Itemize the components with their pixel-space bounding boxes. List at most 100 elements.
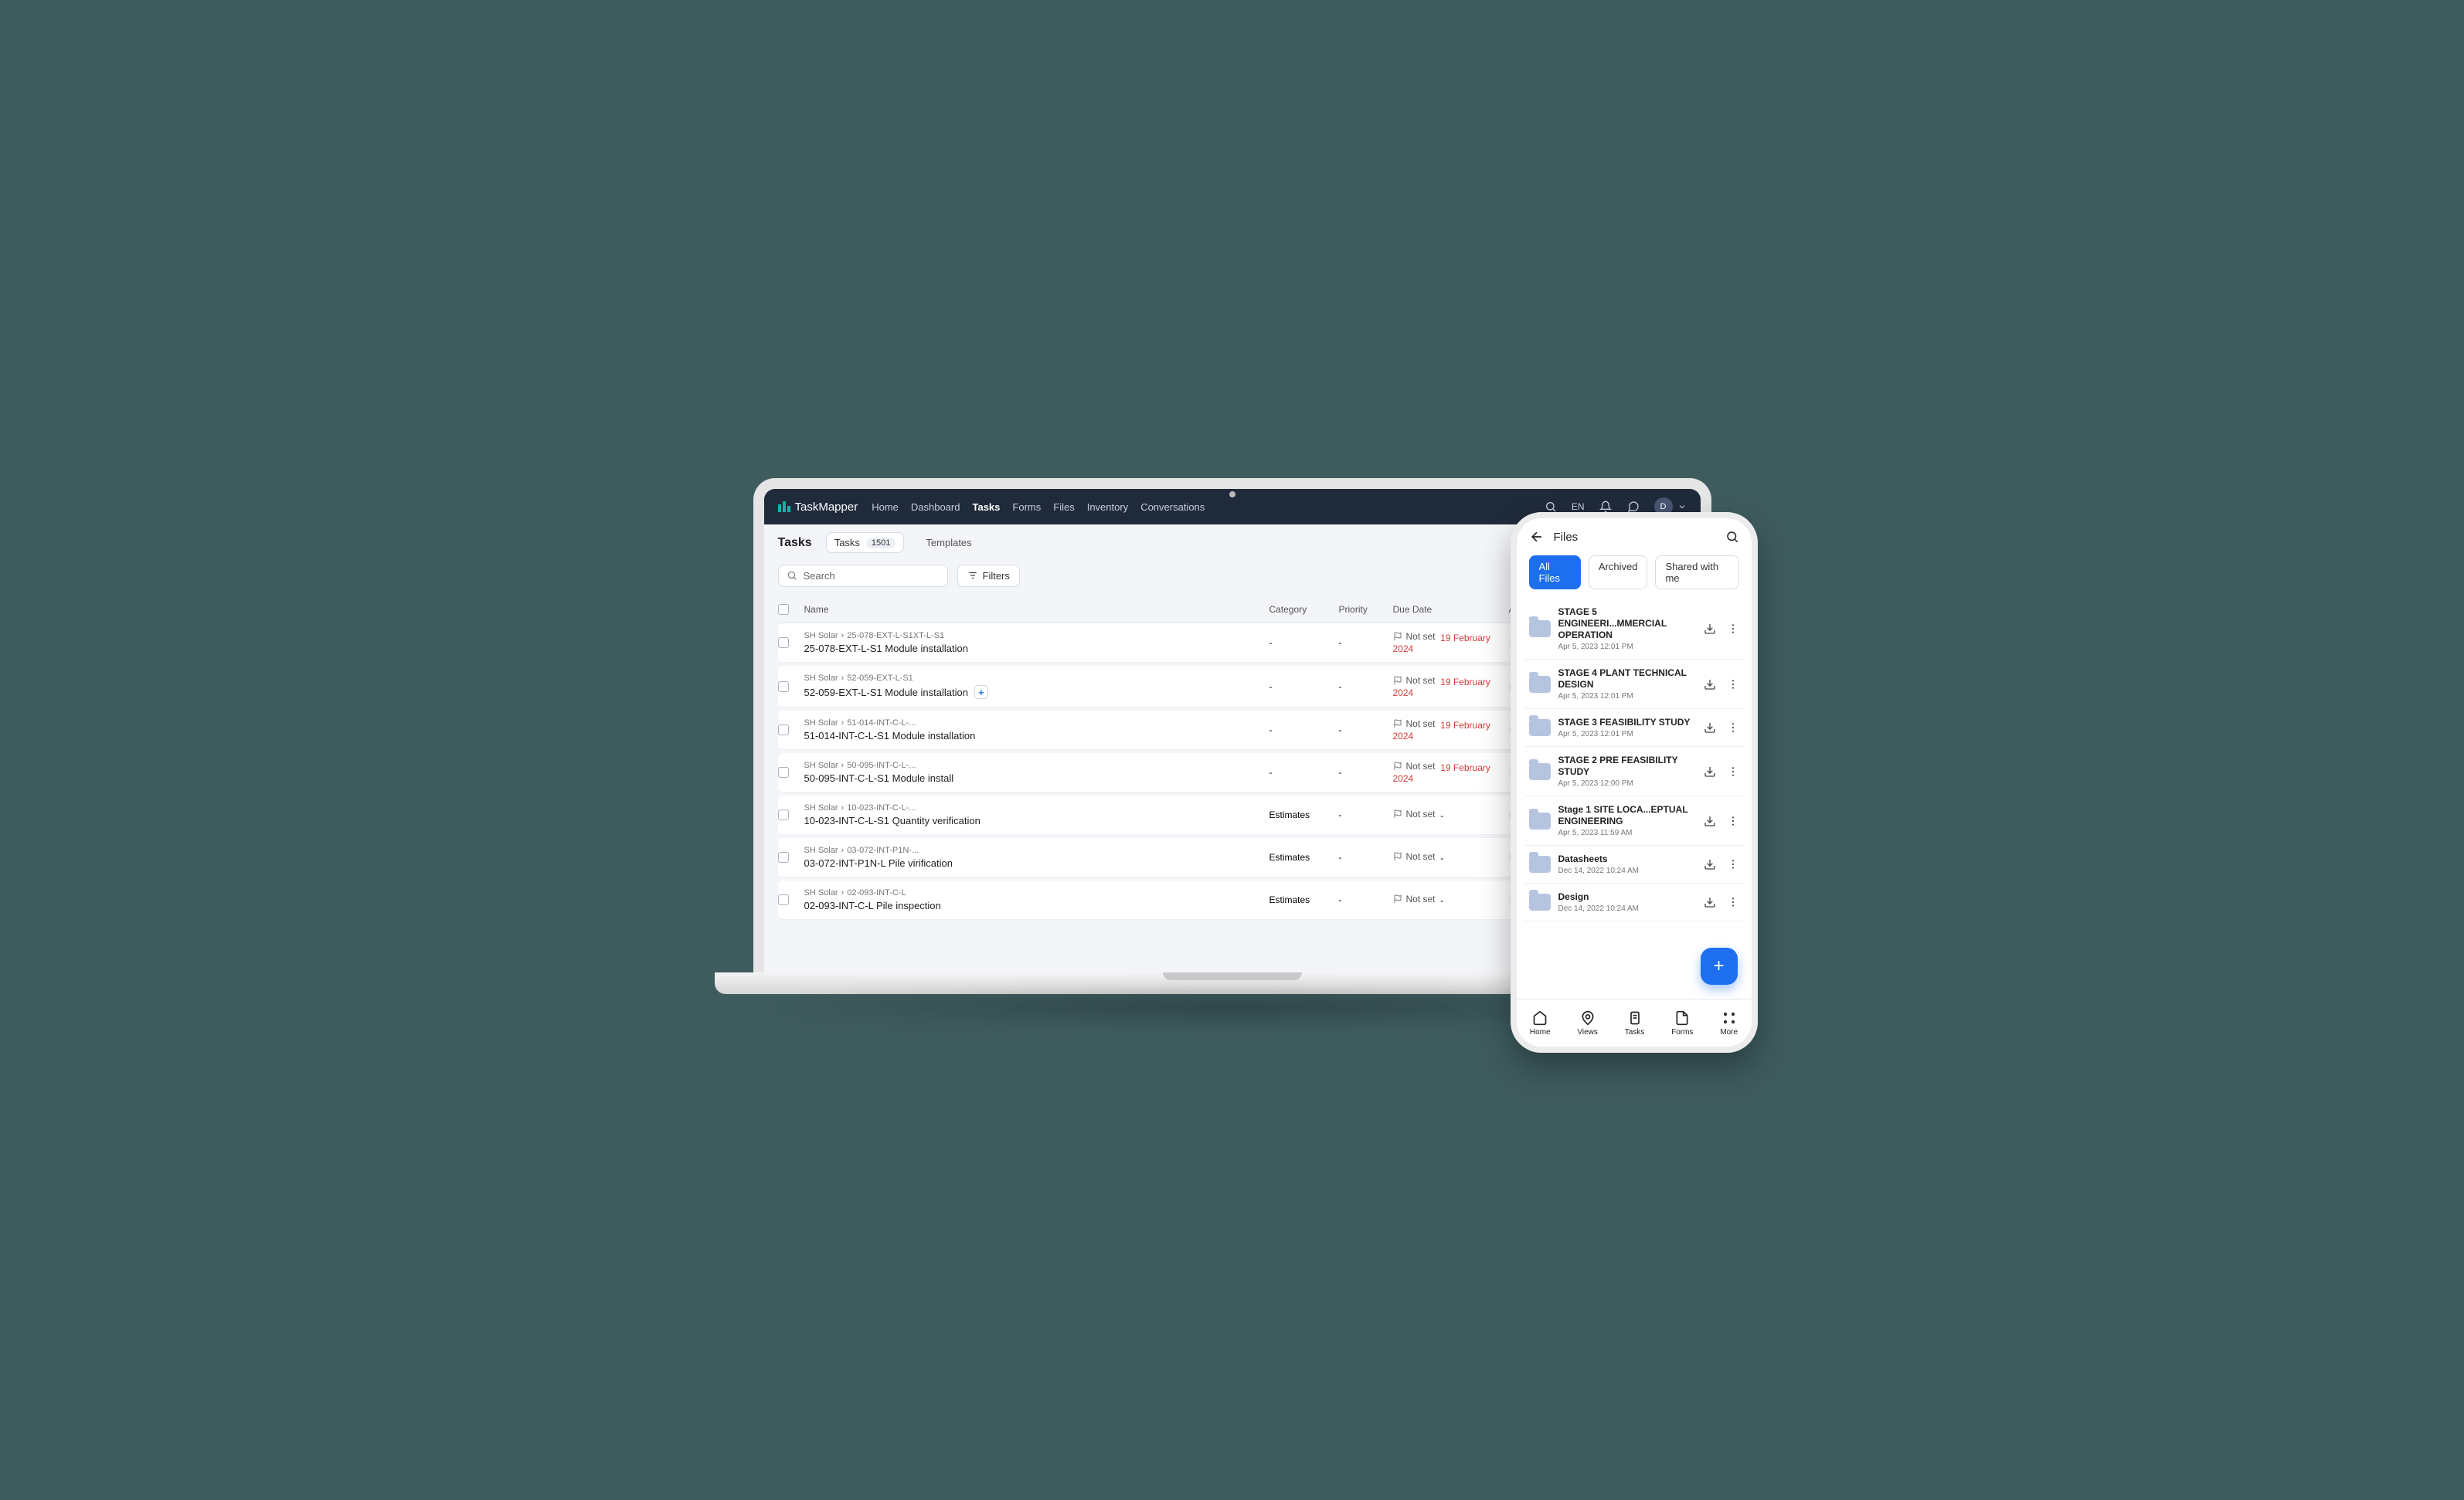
download-button[interactable] xyxy=(1704,858,1716,870)
not-set-label: Not set xyxy=(1406,675,1436,686)
more-options-button[interactable] xyxy=(1727,815,1739,827)
breadcrumb[interactable]: SH Solar›03-072-INT-P1N-... xyxy=(804,846,1269,855)
phone-nav-forms[interactable]: Forms xyxy=(1671,1010,1693,1037)
file-list[interactable]: STAGE 5 ENGINEERI...MMERCIAL OPERATION A… xyxy=(1517,599,1752,999)
brand-logo-icon xyxy=(778,501,790,512)
file-row[interactable]: STAGE 2 PRE FEASIBILITY STUDY Apr 5, 202… xyxy=(1524,747,1744,796)
phone-nav-more[interactable]: More xyxy=(1720,1010,1738,1037)
due-cell: Not set 19 February 2024 xyxy=(1393,718,1509,742)
file-name: STAGE 3 FEASIBILITY STUDY xyxy=(1558,717,1696,728)
due-cell: Not set - xyxy=(1393,894,1509,906)
phone-nav-views[interactable]: Views xyxy=(1577,1010,1598,1037)
tab-tasks[interactable]: Tasks 1501 xyxy=(826,532,905,553)
row-checkbox[interactable] xyxy=(778,637,789,648)
home-icon xyxy=(1532,1010,1548,1026)
priority-cell: - xyxy=(1339,681,1393,692)
phone-header: Files xyxy=(1517,518,1752,555)
more-options-button[interactable] xyxy=(1727,765,1739,778)
more-options-button[interactable] xyxy=(1727,623,1739,635)
row-checkbox[interactable] xyxy=(778,852,789,863)
category-cell: - xyxy=(1269,637,1339,648)
task-title: 25-078-EXT-L-S1 Module installation xyxy=(804,643,968,654)
file-row[interactable]: STAGE 5 ENGINEERI...MMERCIAL OPERATION A… xyxy=(1524,599,1744,660)
row-checkbox[interactable] xyxy=(778,809,789,820)
task-title: 03-072-INT-P1N-L Pile virification xyxy=(804,857,953,869)
back-button[interactable] xyxy=(1529,529,1545,545)
phone-nav-label: Views xyxy=(1577,1028,1598,1037)
phone-nav-tasks[interactable]: Tasks xyxy=(1625,1010,1645,1037)
file-date: Apr 5, 2023 12:00 PM xyxy=(1558,779,1696,788)
phone-frame: Files All FilesArchivedShared with me ST… xyxy=(1511,512,1758,1053)
language-selector[interactable]: EN xyxy=(1572,501,1585,512)
add-button[interactable]: + xyxy=(974,685,988,699)
file-tab-archived[interactable]: Archived xyxy=(1589,555,1648,589)
not-set-label: Not set xyxy=(1406,851,1436,862)
nav-tasks[interactable]: Tasks xyxy=(973,501,1001,513)
more-icon xyxy=(1721,1010,1737,1026)
column-due[interactable]: Due Date xyxy=(1393,604,1509,615)
search-input[interactable]: Search xyxy=(778,565,948,587)
nav-dashboard[interactable]: Dashboard xyxy=(911,501,960,513)
nav-forms[interactable]: Forms xyxy=(1012,501,1041,513)
file-tab-shared-with-me[interactable]: Shared with me xyxy=(1655,555,1738,589)
brand-name: TaskMapper xyxy=(795,501,858,514)
breadcrumb[interactable]: SH Solar›02-093-INT-C-L xyxy=(804,888,1269,898)
folder-icon xyxy=(1529,676,1551,693)
folder-icon xyxy=(1529,620,1551,637)
download-button[interactable] xyxy=(1704,623,1716,635)
select-all-checkbox[interactable] xyxy=(778,604,789,615)
breadcrumb[interactable]: SH Solar›10-023-INT-C-L-... xyxy=(804,803,1269,813)
file-row[interactable]: Datasheets Dec 14, 2022 10:24 AM xyxy=(1524,846,1744,884)
breadcrumb[interactable]: SH Solar›51-014-INT-C-L-... xyxy=(804,718,1269,728)
download-button[interactable] xyxy=(1704,815,1716,827)
download-button[interactable] xyxy=(1704,896,1716,908)
breadcrumb[interactable]: SH Solar›25-078-EXT-L-S1XT-L-S1 xyxy=(804,631,1269,640)
folder-icon xyxy=(1529,719,1551,736)
breadcrumb[interactable]: SH Solar›52-059-EXT-L-S1 xyxy=(804,674,1269,683)
more-options-button[interactable] xyxy=(1727,678,1739,691)
row-checkbox[interactable] xyxy=(778,767,789,778)
category-cell: Estimates xyxy=(1269,809,1339,820)
file-name: Design xyxy=(1558,891,1696,903)
download-button[interactable] xyxy=(1704,721,1716,734)
flag-icon: Not set xyxy=(1393,851,1436,862)
more-options-button[interactable] xyxy=(1727,721,1739,734)
file-row[interactable]: STAGE 3 FEASIBILITY STUDY Apr 5, 2023 12… xyxy=(1524,709,1744,747)
column-priority[interactable]: Priority xyxy=(1339,604,1393,615)
row-checkbox[interactable] xyxy=(778,894,789,905)
tab-templates[interactable]: Templates xyxy=(918,533,979,552)
file-row[interactable]: Design Dec 14, 2022 10:24 AM xyxy=(1524,884,1744,921)
views-icon xyxy=(1580,1010,1596,1026)
flag-icon: Not set xyxy=(1393,761,1436,772)
download-button[interactable] xyxy=(1704,678,1716,691)
priority-cell: - xyxy=(1339,852,1393,863)
nav-inventory[interactable]: Inventory xyxy=(1087,501,1128,513)
row-checkbox[interactable] xyxy=(778,681,789,692)
filters-button[interactable]: Filters xyxy=(957,565,1020,587)
more-options-button[interactable] xyxy=(1727,896,1739,908)
file-name: STAGE 5 ENGINEERI...MMERCIAL OPERATION xyxy=(1558,606,1696,641)
column-category[interactable]: Category xyxy=(1269,604,1339,615)
nav-conversations[interactable]: Conversations xyxy=(1140,501,1205,513)
add-fab[interactable]: + xyxy=(1701,948,1738,985)
file-date: Apr 5, 2023 12:01 PM xyxy=(1558,730,1696,738)
file-row[interactable]: Stage 1 SITE LOCA...EPTUAL ENGINEERING A… xyxy=(1524,796,1744,846)
flag-icon: Not set xyxy=(1393,809,1436,820)
row-checkbox[interactable] xyxy=(778,725,789,735)
download-button[interactable] xyxy=(1704,765,1716,778)
due-cell: Not set - xyxy=(1393,851,1509,864)
not-set-label: Not set xyxy=(1406,894,1436,904)
column-name[interactable]: Name xyxy=(804,604,1269,615)
due-cell: Not set 19 February 2024 xyxy=(1393,675,1509,698)
nav-files[interactable]: Files xyxy=(1053,501,1074,513)
phone-nav-label: More xyxy=(1720,1028,1738,1037)
phone-nav-home[interactable]: Home xyxy=(1530,1010,1551,1037)
more-options-button[interactable] xyxy=(1727,858,1739,870)
file-tab-all-files[interactable]: All Files xyxy=(1529,555,1581,589)
breadcrumb[interactable]: SH Solar›50-095-INT-C-L-... xyxy=(804,761,1269,770)
brand[interactable]: TaskMapper xyxy=(778,501,858,514)
file-row[interactable]: STAGE 4 PLANT TECHNICAL DESIGN Apr 5, 20… xyxy=(1524,660,1744,709)
nav-home[interactable]: Home xyxy=(872,501,899,513)
task-title: 51-014-INT-C-L-S1 Module installation xyxy=(804,730,976,742)
phone-search-button[interactable] xyxy=(1725,530,1739,544)
